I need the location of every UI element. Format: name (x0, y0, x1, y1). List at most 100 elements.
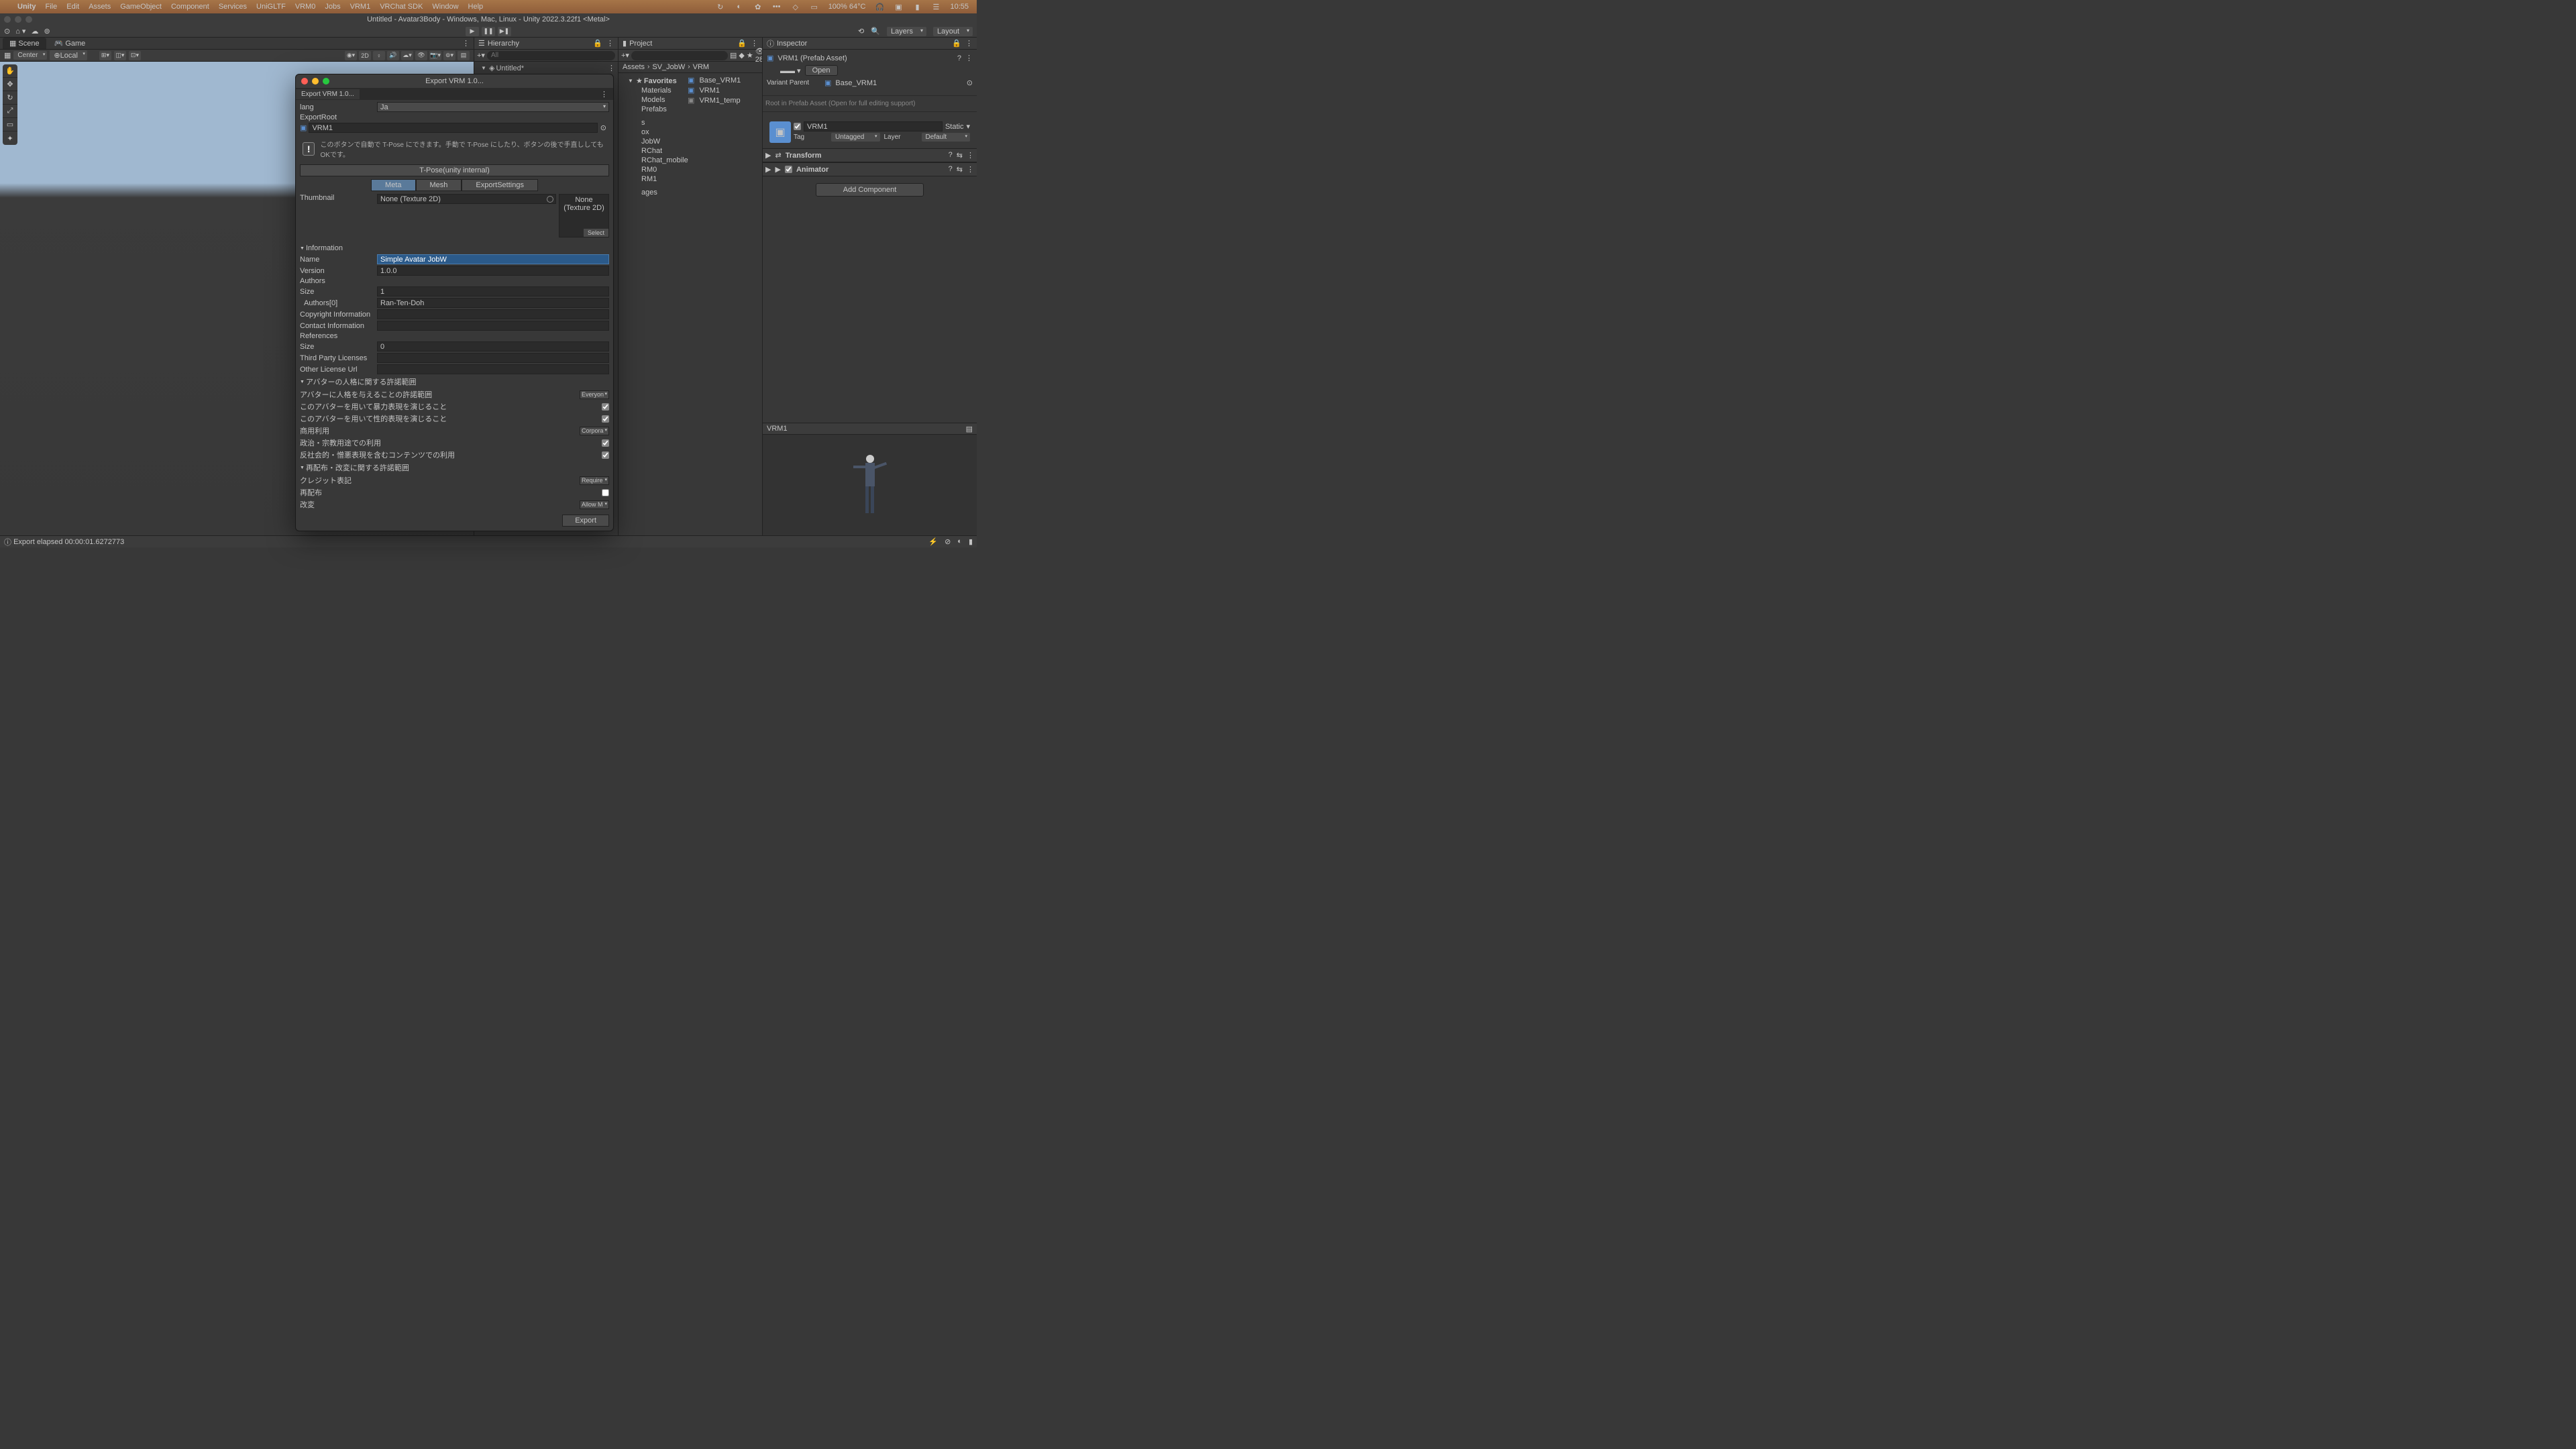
add-icon[interactable]: +▾ (477, 51, 485, 60)
personality-section[interactable]: アバターの人格に関する許諾範囲 (300, 375, 609, 388)
message-icon[interactable]: ▭ (810, 2, 819, 11)
perm-sexual-checkbox[interactable] (602, 415, 609, 423)
help-icon[interactable]: ? (949, 165, 953, 174)
menu-help[interactable]: Help (468, 3, 484, 11)
lighting-icon[interactable]: ♀ (373, 51, 385, 60)
clock[interactable]: 10:55 (950, 3, 969, 11)
transform-component[interactable]: ▶ ⇄ Transform ?⇆⋮ (763, 148, 977, 162)
perm-personality-dropdown[interactable]: Everyon (580, 390, 609, 399)
traffic-lights[interactable] (4, 16, 32, 23)
scale-tool-icon[interactable]: ⤢ (3, 105, 17, 118)
layout-dropdown[interactable]: Layout (933, 27, 973, 36)
tab-meta[interactable]: Meta (371, 179, 415, 191)
more-icon[interactable]: ••• (772, 2, 782, 11)
increment-icon[interactable]: ⊡▾ (129, 51, 141, 60)
filter-icon-2[interactable]: ◆ (739, 51, 744, 60)
cloud-icon[interactable]: ☁ (31, 27, 38, 36)
otherlicense-field[interactable] (377, 364, 609, 374)
animator-component[interactable]: ▶ ▶ Animator ?⇆⋮ (763, 162, 977, 176)
draw-mode-icon[interactable]: ◉▾ (345, 51, 357, 60)
lock-icon[interactable]: 🔒 (593, 39, 602, 48)
search-icon[interactable]: 🔍 (871, 27, 880, 36)
account-icon[interactable]: ⊙ (4, 27, 10, 36)
static-dropdown-icon[interactable]: ▾ (966, 122, 970, 131)
tree-item[interactable]: JobW (621, 137, 759, 146)
status-icon-2[interactable]: ✿ (753, 2, 763, 11)
lock-icon[interactable]: 🔒 (737, 39, 747, 48)
dialog-menu-icon[interactable]: ⋮ (595, 90, 613, 99)
status-icon-2[interactable]: ⊘ (945, 537, 951, 546)
dialog-tab[interactable]: Export VRM 1.0... (296, 89, 360, 99)
tab-exportsettings[interactable]: ExportSettings (462, 179, 538, 191)
perm-antisocial-checkbox[interactable] (602, 451, 609, 459)
help-icon[interactable]: ? (949, 151, 953, 160)
tree-item[interactable]: s (621, 118, 759, 127)
asset-item[interactable]: ▣ VRM1 (681, 85, 743, 95)
undo-history-icon[interactable]: ⟲ (858, 27, 864, 36)
exportroot-field[interactable] (309, 123, 597, 133)
grid-snap-icon[interactable]: ⊞▾ (99, 51, 111, 60)
copyright-field[interactable] (377, 309, 609, 319)
thumbnail-preview[interactable]: None (Texture 2D) Select (559, 194, 609, 237)
menu-gameobject[interactable]: GameObject (120, 3, 162, 11)
menu-vrm0[interactable]: VRM0 (295, 3, 316, 11)
pause-button[interactable]: ❚❚ (482, 27, 495, 36)
active-checkbox[interactable] (794, 123, 801, 130)
redistribute-checkbox[interactable] (602, 489, 609, 496)
hand-tool-icon[interactable]: ✋ (3, 64, 17, 78)
tree-item[interactable]: RM0 (621, 165, 759, 174)
breadcrumb-1[interactable]: SV_JobW (652, 63, 685, 71)
perm-violence-checkbox[interactable] (602, 403, 609, 411)
authors0-field[interactable] (377, 298, 609, 308)
help-icon[interactable]: ? (957, 54, 961, 62)
menu-jobs[interactable]: Jobs (325, 3, 340, 11)
select-button[interactable]: Select (584, 229, 608, 237)
handle-dropdown[interactable]: ⊕Local (50, 50, 87, 60)
sync-icon[interactable]: ↻ (716, 2, 725, 11)
export-button[interactable]: Export (562, 515, 609, 527)
preview-viewport[interactable] (763, 435, 977, 535)
hidden-icon[interactable]: 👁 (415, 51, 427, 60)
perm-commercial-dropdown[interactable]: Corpora (580, 427, 609, 435)
panel-menu-icon[interactable]: ⋮ (606, 39, 614, 48)
dialog-traffic-lights[interactable] (301, 78, 329, 85)
control-center-icon[interactable]: ☰ (931, 2, 941, 11)
2d-toggle[interactable]: 2D (359, 51, 371, 60)
name-field[interactable] (377, 254, 609, 264)
tree-item[interactable]: RChat_mobile (621, 156, 759, 165)
credit-dropdown[interactable]: Require (580, 476, 609, 485)
version-field[interactable] (377, 266, 609, 276)
breadcrumb-2[interactable]: VRM (693, 63, 709, 71)
menu-services[interactable]: Services (219, 3, 247, 11)
menu-vrm1[interactable]: VRM1 (350, 3, 371, 11)
animator-enabled-checkbox[interactable] (785, 166, 792, 173)
menu-component[interactable]: Component (171, 3, 209, 11)
menu-assets[interactable]: Assets (89, 3, 111, 11)
preset-icon[interactable]: ⇆ (957, 165, 963, 174)
home-icon[interactable]: ⌂ ▾ (15, 27, 25, 36)
rotate-tool-icon[interactable]: ↻ (3, 91, 17, 105)
tpose-button[interactable]: T-Pose(unity internal) (300, 164, 609, 176)
menu-file[interactable]: File (46, 3, 58, 11)
status-icon-1[interactable]: ◐ (735, 2, 744, 11)
scene-row[interactable]: ▼◈Untitled*⋮ (474, 63, 618, 73)
redistribution-section[interactable]: 再配布・改変に関する許諾範囲 (300, 461, 609, 474)
move-tool-icon[interactable]: ✥ (3, 78, 17, 91)
tab-scene[interactable]: ▦Scene (3, 38, 46, 49)
menu-unigltf[interactable]: UniGLTF (256, 3, 286, 11)
rect-tool-icon[interactable]: ▭ (3, 118, 17, 131)
add-icon[interactable]: +▾ (621, 51, 629, 60)
asset-item[interactable]: ▣ VRM1_temp (681, 95, 743, 105)
box-icon[interactable]: ▣ (894, 2, 903, 11)
project-search[interactable] (631, 51, 728, 60)
thirdparty-field[interactable] (377, 353, 609, 363)
status-icon-3[interactable]: ◇ (791, 2, 800, 11)
step-button[interactable]: ▶❚ (498, 27, 511, 36)
lock-icon[interactable]: 🔒 (952, 39, 961, 48)
preview-menu-icon[interactable]: ▤ (966, 425, 973, 433)
filter-icon-1[interactable]: ▤ (730, 51, 737, 60)
object-picker-icon[interactable]: ⊙ (598, 123, 609, 132)
menu-icon[interactable]: ⋮ (967, 151, 974, 160)
version-control-icon[interactable]: ⊚ (44, 27, 50, 36)
asset-item[interactable]: ▣ Base_VRM1 (681, 75, 743, 85)
